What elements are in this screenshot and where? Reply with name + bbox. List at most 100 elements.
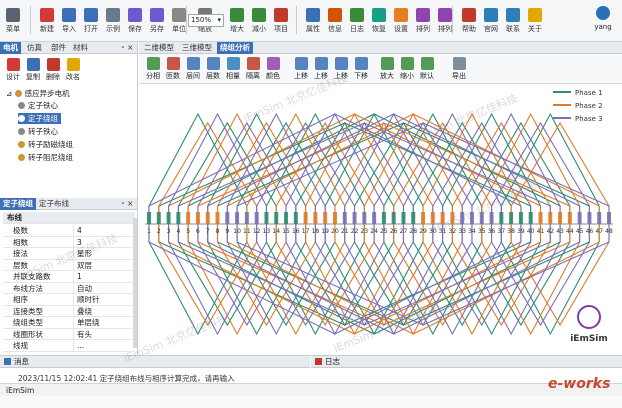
slot-marker xyxy=(528,212,533,224)
property-value[interactable]: 有头 xyxy=(73,328,92,340)
close-icon[interactable]: ⁃ × xyxy=(118,198,136,210)
tree-item-1[interactable]: 定子铁心 xyxy=(18,100,58,111)
toolbar-button-label: 属性 xyxy=(306,25,320,33)
panel-action-2[interactable]: 复制 xyxy=(24,58,42,82)
chart-tool-9[interactable]: 上移 xyxy=(311,57,331,81)
slot-marker xyxy=(313,212,318,224)
tree-item-2[interactable]: 定子绕组 xyxy=(18,113,61,124)
toolbar-button-3[interactable]: 导入 xyxy=(58,2,80,40)
output-panel-title[interactable]: 消息 xyxy=(0,356,310,368)
toolbar-button-23[interactable]: 关于 xyxy=(524,2,546,40)
property-value[interactable]: 4 xyxy=(73,225,82,236)
property-value[interactable]: 单层绕 xyxy=(73,317,100,328)
chart-tool-15[interactable]: 导出 xyxy=(449,57,469,81)
slot-marker xyxy=(372,212,377,224)
left-tab-2[interactable]: 仿真 xyxy=(24,42,45,54)
tree-item-5[interactable]: 转子阻尼绕组 xyxy=(18,152,73,163)
chart-tool-1[interactable]: 分相 xyxy=(143,57,163,81)
property-key: 绕组类型 xyxy=(13,318,43,327)
main-tab-2[interactable]: 三维模型 xyxy=(179,42,215,54)
left-tab-4[interactable]: 材料 xyxy=(70,42,91,54)
user-account[interactable]: yang xyxy=(590,6,616,31)
property-scrollbar[interactable] xyxy=(133,218,137,348)
property-row[interactable]: 接法 星形 xyxy=(3,248,135,260)
toolbar-button-12[interactable]: 项目 xyxy=(270,2,292,40)
toolbar-button-21[interactable]: 官网 xyxy=(480,2,502,40)
chart-tool-4[interactable]: 层数 xyxy=(203,57,223,81)
copy-icon xyxy=(26,58,40,71)
slot-label: 21 xyxy=(341,228,349,235)
restore-icon xyxy=(372,8,386,22)
property-value[interactable]: 顺时针 xyxy=(73,294,100,305)
property-row[interactable]: 绕组类型 单层绕 xyxy=(3,317,135,329)
chart-tool-7[interactable]: 颜色 xyxy=(263,57,283,81)
main-toolbar: 菜单 新建 导入 打开 示例 保存 另存 单位 缩放 增大 减小 项目 属性 信息 日志 恢复 设置 排列 排列 帮助… xyxy=(0,0,622,42)
property-value[interactable]: 自动 xyxy=(73,282,92,294)
toolbar-button-11[interactable]: 减小 xyxy=(248,2,270,40)
property-value[interactable]: 星形 xyxy=(73,248,92,259)
toolbar-button-10[interactable]: 增大 xyxy=(226,2,248,40)
toolbar-button-16[interactable]: 恢复 xyxy=(368,2,390,40)
property-row[interactable]: 并联支路数 1 xyxy=(3,271,135,283)
toolbar-button-6[interactable]: 保存 xyxy=(124,2,146,40)
toolbar-button-13[interactable]: 属性 xyxy=(302,2,324,40)
tree-item-3[interactable]: 转子铁心 xyxy=(18,126,58,137)
toolbar-button-label: 菜单 xyxy=(6,25,20,33)
property-row[interactable]: 相序 顺时针 xyxy=(3,294,135,306)
toolbar-button-4[interactable]: 打开 xyxy=(80,2,102,40)
tree-item-4[interactable]: 转子励磁绕组 xyxy=(18,139,73,150)
property-row[interactable]: 布线方法 自动 xyxy=(3,282,135,294)
left-tab-1[interactable]: 电机 xyxy=(0,42,21,54)
toolbar-button-2[interactable]: 新建 xyxy=(36,2,58,40)
toolbar-button-14[interactable]: 信息 xyxy=(324,2,346,40)
chart-tool-5[interactable]: 相量 xyxy=(223,57,243,81)
property-value[interactable]: 3 xyxy=(73,236,82,248)
tree-root[interactable]: ⊿ 感应异步电机 xyxy=(6,88,70,99)
property-row[interactable]: 极数 4 xyxy=(3,225,135,237)
property-row[interactable]: 连接类型 叠绕 xyxy=(3,305,135,317)
toolbar-button-22[interactable]: 联系 xyxy=(502,2,524,40)
chart-tool-6[interactable]: 隔离 xyxy=(243,57,263,81)
close-icon[interactable]: ⁃ × xyxy=(118,42,136,54)
chart-tool-13[interactable]: 缩小 xyxy=(397,57,417,81)
property-key: 相数 xyxy=(13,237,28,247)
chart-tool-8[interactable]: 上移 xyxy=(291,57,311,81)
log-panel-title[interactable]: 日志 xyxy=(311,356,622,368)
slot-marker xyxy=(567,212,572,224)
left-tab-3[interactable]: 部件 xyxy=(48,42,69,54)
toolbar-button-18[interactable]: 排列 xyxy=(412,2,434,40)
toolbar-button-1[interactable]: 菜单 xyxy=(2,2,24,40)
chart-tool-11[interactable]: 下移 xyxy=(351,57,371,81)
toolbar-button-7[interactable]: 另存 xyxy=(146,2,168,40)
toolbar-button-20[interactable]: 帮助 xyxy=(458,2,480,40)
panel-action-3[interactable]: 删除 xyxy=(44,58,62,82)
prop-tab-1[interactable]: 定子绕组 xyxy=(0,198,36,210)
panel-action-4[interactable]: 改名 xyxy=(64,58,82,82)
prop-tab-2[interactable]: 定子布线 xyxy=(36,198,72,210)
main-tab-3[interactable]: 绕组分析 xyxy=(217,42,253,54)
property-value[interactable]: 叠绕 xyxy=(73,305,92,317)
property-row[interactable]: 层数 双层 xyxy=(3,259,135,271)
chart-tool-12[interactable]: 放大 xyxy=(377,57,397,81)
property-value[interactable]: 1 xyxy=(73,271,82,282)
slot-label: 44 xyxy=(566,228,574,235)
property-value[interactable]: 双层 xyxy=(73,259,92,271)
toolbar-button-17[interactable]: 设置 xyxy=(390,2,412,40)
chart-tool-10[interactable]: 上移 xyxy=(331,57,351,81)
property-section-header[interactable]: 布线 xyxy=(3,212,135,224)
user-name: yang xyxy=(594,23,612,31)
property-value[interactable]: ... xyxy=(73,340,84,351)
toolbar-button-5[interactable]: 示例 xyxy=(102,2,124,40)
zoom-select[interactable]: 150% ▾ xyxy=(188,14,224,27)
property-row[interactable]: 线圈形状 有头 xyxy=(3,328,135,340)
chart-tool-3[interactable]: 层间 xyxy=(183,57,203,81)
chart-tool-2[interactable]: 匝数 xyxy=(163,57,183,81)
legend-label: Phase 1 xyxy=(575,89,603,97)
main-tab-1[interactable]: 二维模型 xyxy=(141,42,177,54)
property-row[interactable]: 相数 3 xyxy=(3,236,135,248)
toolbar-button-15[interactable]: 日志 xyxy=(346,2,368,40)
chart-tool-14[interactable]: 默认 xyxy=(417,57,437,81)
panel-action-1[interactable]: 设计 xyxy=(4,58,22,82)
property-row[interactable]: 线规... xyxy=(3,340,135,352)
tree-item-label: 转子阻尼绕组 xyxy=(28,153,73,162)
